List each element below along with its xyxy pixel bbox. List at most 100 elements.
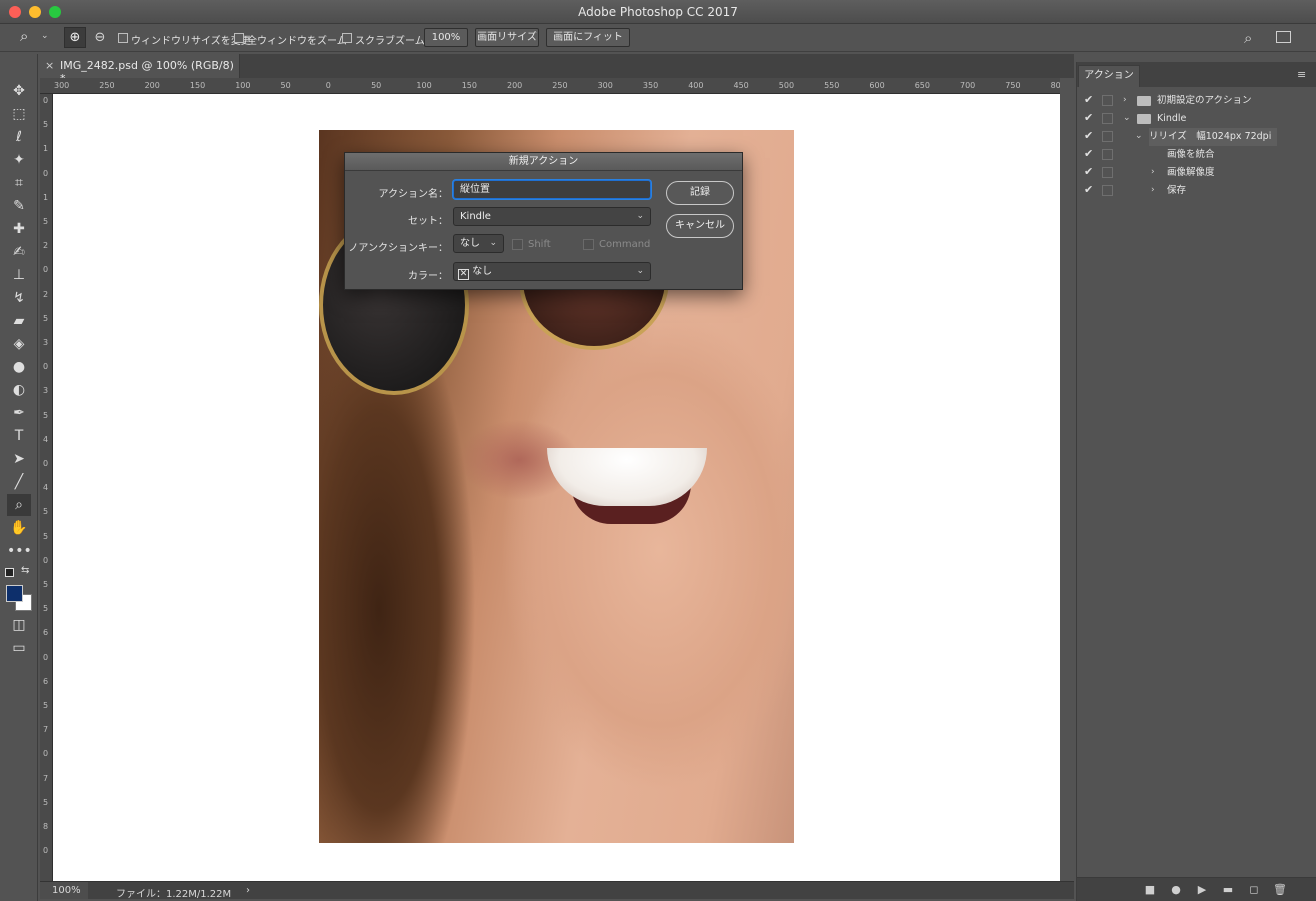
zoom-out-icon[interactable]: ⊖ (90, 28, 110, 48)
action-row-label: 画像を統合 (1167, 149, 1215, 160)
swap-colors-icon[interactable]: ⇆ (21, 565, 29, 576)
search-icon[interactable]: ⌕ (1244, 29, 1252, 47)
ruler-tick: 0 (43, 362, 49, 372)
stop-icon[interactable]: ■ (1143, 883, 1157, 897)
ruler-tick: 3 (43, 338, 49, 347)
play-icon[interactable]: ▶ (1195, 883, 1209, 897)
disclosure-icon[interactable]: › (1123, 95, 1133, 105)
check-icon[interactable]: ✔ (1084, 148, 1096, 160)
resize-windows-label: ウィンドウリサイズを変更 (131, 36, 251, 47)
actions-panel: アクション ≡ ✔ › 初期設定のアクション ✔ ⌄ Kindle ✔ ⌄ リリイズ 幅1024… (1076, 62, 1316, 901)
dialog-toggle-box[interactable] (1102, 113, 1113, 124)
cancel-button[interactable]: キャンセル (666, 214, 734, 238)
path-selection-tool-icon[interactable]: ➤ (7, 448, 31, 470)
action-row[interactable]: ✔ › 画像解像度 (1079, 164, 1299, 182)
blur-tool-icon[interactable]: ● (7, 356, 31, 378)
trash-icon[interactable]: 🗑 (1273, 883, 1287, 897)
workspace-icon[interactable] (1276, 31, 1291, 43)
record-button[interactable]: 記録 (666, 181, 734, 205)
eraser-tool-icon[interactable]: ▰ (7, 310, 31, 332)
ruler-tick: 200 (507, 81, 523, 90)
ruler-tick: 0 (43, 265, 49, 275)
ruler-tick: 150 (189, 81, 206, 90)
disclosure-icon[interactable]: ⌄ (1123, 113, 1133, 123)
new-action-icon[interactable]: ◻ (1247, 883, 1261, 897)
action-name-input[interactable]: 縦位置 (453, 180, 651, 199)
zoom-all-label: 全ウィンドウをズーム (247, 36, 347, 47)
color-select-value: なし (472, 266, 493, 277)
disclosure-icon[interactable]: › (1151, 185, 1161, 195)
scrub-zoom-checkbox[interactable] (342, 33, 352, 43)
move-tool-icon[interactable]: ✥ (7, 80, 31, 102)
ruler-tick: 350 (642, 81, 659, 90)
quick-mask-icon[interactable]: ◫ (7, 614, 31, 636)
disclosure-icon[interactable]: ⌄ (1135, 131, 1145, 141)
document-tab[interactable]: × IMG_2482.psd @ 100% (RGB/8) * (40, 54, 240, 85)
close-tab-icon[interactable]: × (45, 59, 54, 72)
check-icon[interactable]: ✔ (1084, 130, 1096, 142)
status-menu-arrow-icon[interactable]: › (246, 885, 250, 896)
chevron-down-icon[interactable]: ⌄ (41, 31, 49, 41)
fit-screen-resize-button[interactable]: 画面リサイズ (475, 28, 539, 47)
action-row[interactable]: ✔ › 初期設定のアクション (1079, 92, 1299, 110)
check-icon[interactable]: ✔ (1084, 166, 1096, 178)
magic-wand-tool-icon[interactable]: ✦ (7, 149, 31, 171)
panel-menu-icon[interactable]: ≡ (1297, 68, 1306, 81)
more-tools-icon[interactable]: ••• (7, 540, 32, 562)
new-set-icon[interactable]: ▬ (1221, 883, 1235, 897)
dialog-toggle-box[interactable] (1102, 185, 1113, 196)
ruler-tick: 500 (778, 81, 795, 90)
color-select[interactable]: ✕ なし ⌄ (453, 262, 651, 281)
brush-tool-icon[interactable]: ✍ (7, 241, 31, 263)
screen-mode-icon[interactable]: ▭ (7, 637, 31, 659)
dialog-toggle-box[interactable] (1102, 149, 1113, 160)
paint-bucket-tool-icon[interactable]: ◈ (7, 333, 31, 355)
dialog-toggle-box[interactable] (1102, 167, 1113, 178)
check-icon[interactable]: ✔ (1084, 112, 1096, 124)
action-row[interactable]: ✔ › 保存 (1079, 182, 1299, 200)
fit-screen-button[interactable]: 画面にフィット (546, 28, 630, 47)
type-tool-icon[interactable]: T (7, 425, 31, 447)
record-icon[interactable]: ● (1169, 883, 1183, 897)
eyedropper-tool-icon[interactable]: ✎ (7, 195, 31, 217)
chevron-down-icon: ⌄ (636, 266, 644, 276)
action-row[interactable]: ✔ 画像を統合 (1079, 146, 1299, 164)
chevron-down-icon: ⌄ (636, 211, 644, 221)
hand-tool-icon[interactable]: ✋ (7, 517, 31, 539)
shift-checkbox[interactable] (512, 239, 523, 250)
set-select[interactable]: Kindle ⌄ (453, 207, 651, 226)
action-row[interactable]: ✔ ⌄ リリイズ 幅1024px 72dpi (1079, 128, 1299, 146)
lasso-tool-icon[interactable]: ℓ (7, 126, 31, 148)
action-row[interactable]: ✔ ⌄ Kindle (1079, 110, 1299, 128)
zoom-in-icon[interactable]: ⊕ (64, 27, 86, 48)
check-icon[interactable]: ✔ (1084, 94, 1096, 106)
zoom-tool-icon[interactable]: ⌕ (7, 494, 31, 516)
command-checkbox[interactable] (583, 239, 594, 250)
clone-stamp-tool-icon[interactable]: ⊥ (7, 264, 31, 286)
zoom-100-button[interactable]: 100% (424, 28, 468, 47)
default-colors-icon[interactable] (5, 568, 14, 577)
action-row-label: 画像解像度 (1167, 167, 1215, 178)
line-tool-icon[interactable]: ╱ (7, 471, 31, 493)
dodge-tool-icon[interactable]: ◐ (7, 379, 31, 401)
ruler-tick: 50 (371, 81, 382, 90)
healing-brush-tool-icon[interactable]: ✚ (7, 218, 31, 240)
history-brush-tool-icon[interactable]: ↯ (7, 287, 31, 309)
status-zoom[interactable]: 100% (40, 882, 88, 899)
ruler-tick: 3 (43, 386, 49, 396)
ruler-tick: 7 (43, 773, 49, 783)
folder-icon (1137, 114, 1151, 124)
resize-windows-checkbox[interactable] (118, 33, 128, 43)
check-icon[interactable]: ✔ (1084, 184, 1096, 196)
zoom-all-checkbox[interactable] (234, 33, 244, 43)
pen-tool-icon[interactable]: ✒ (7, 402, 31, 424)
foreground-color-swatch[interactable] (6, 585, 23, 602)
function-key-select[interactable]: なし ⌄ (453, 234, 504, 253)
marquee-tool-icon[interactable]: ⬚ (7, 103, 31, 125)
disclosure-icon[interactable]: › (1151, 167, 1161, 177)
tab-actions[interactable]: アクション (1078, 65, 1140, 87)
dialog-toggle-box[interactable] (1102, 131, 1113, 142)
zoom-tool-preset-icon[interactable]: ⌕ (20, 27, 40, 47)
crop-tool-icon[interactable]: ⌗ (7, 172, 31, 194)
dialog-toggle-box[interactable] (1102, 95, 1113, 106)
